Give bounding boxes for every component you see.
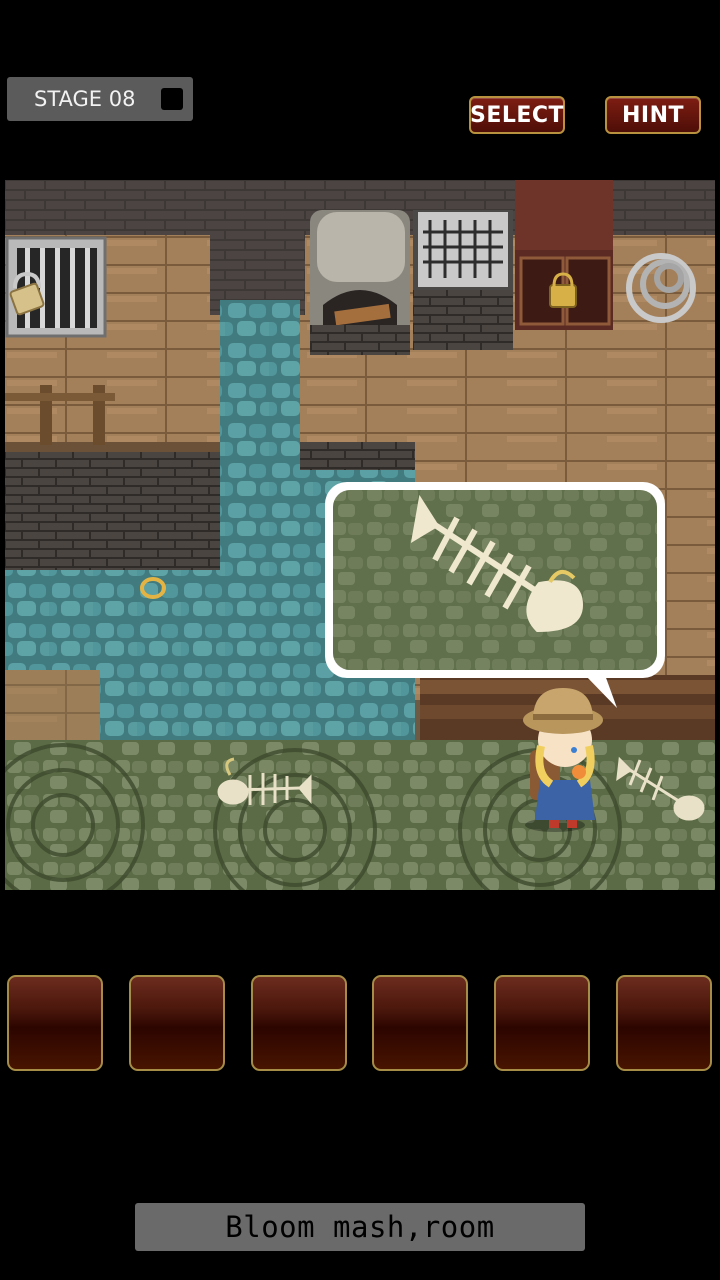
inventory-slot[interactable]: [129, 975, 225, 1071]
game-screen: STAGE 08 SELECT HINT Bloom mash,room: [0, 0, 720, 1280]
barred-window[interactable]: [5, 236, 107, 338]
locked-cabinet[interactable]: [515, 180, 613, 330]
inventory-slot[interactable]: [616, 975, 712, 1071]
iron-grate[interactable]: [413, 210, 513, 350]
menu-square-icon[interactable]: [161, 88, 183, 110]
inventory-slot[interactable]: [494, 975, 590, 1071]
stone-oven[interactable]: [310, 210, 410, 355]
inventory-slot[interactable]: [251, 975, 347, 1071]
inventory-slot[interactable]: [7, 975, 103, 1071]
stage-badge[interactable]: STAGE 08: [7, 77, 193, 121]
inventory-slot[interactable]: [372, 975, 468, 1071]
message-box: Bloom mash,room: [135, 1203, 585, 1251]
speech-bubble: [325, 482, 665, 708]
scene-view[interactable]: [5, 180, 715, 890]
select-button[interactable]: SELECT: [469, 96, 565, 134]
hint-button[interactable]: HINT: [605, 96, 701, 134]
stage-label: STAGE 08: [34, 87, 136, 111]
